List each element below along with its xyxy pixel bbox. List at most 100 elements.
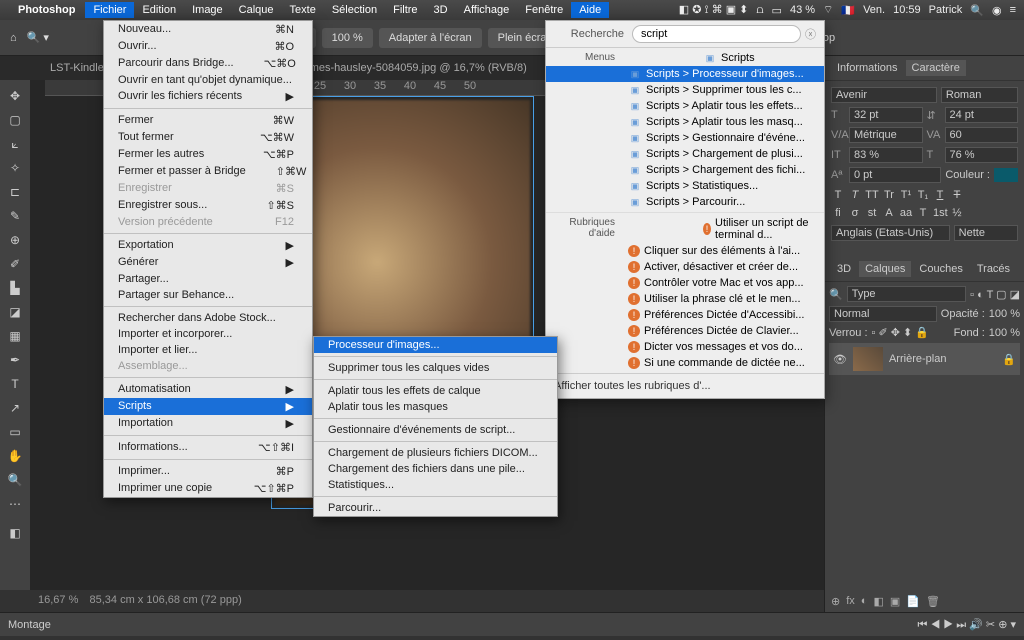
menu-aide[interactable]: Aide: [571, 2, 609, 18]
lock-icons[interactable]: ▫ ✐ ✥ ⬍ 🔒: [872, 326, 929, 339]
swatch-fg[interactable]: ◧: [3, 522, 27, 544]
type-tool[interactable]: T: [3, 373, 27, 395]
style-select[interactable]: Roman: [941, 87, 1018, 103]
crop-tool[interactable]: ⊏: [3, 181, 27, 203]
file-menu-item-30[interactable]: Imprimer...⌘P: [104, 463, 312, 480]
scripts-menu-item-9[interactable]: Chargement de plusieurs fichiers DICOM..…: [314, 445, 557, 461]
scripts-menu-item-2[interactable]: Supprimer tous les calques vides: [314, 360, 557, 376]
montage-tab[interactable]: Montage: [8, 619, 51, 631]
doc-tab-2[interactable]: -james-hausley-5084059.jpg @ 16,7% (RVB/…: [287, 59, 536, 77]
file-menu-item-15[interactable]: Générer▶: [104, 254, 312, 271]
stamp-tool[interactable]: ▙: [3, 277, 27, 299]
opt-100pct[interactable]: 100 %: [322, 28, 373, 48]
menu-selection[interactable]: Sélection: [324, 2, 385, 18]
layer-row-bg[interactable]: 👁 Arrière-plan 🔒: [829, 343, 1020, 375]
file-menu-item-14[interactable]: Exportation▶: [104, 237, 312, 254]
help-menu-result-0[interactable]: ▣Scripts: [621, 50, 824, 66]
file-menu-item-26[interactable]: Importation▶: [104, 415, 312, 432]
tab-calques[interactable]: Calques: [859, 261, 911, 277]
file-menu-item-4[interactable]: Ouvrir les fichiers récents▶: [104, 88, 312, 105]
lang-select[interactable]: Anglais (Etats-Unis): [831, 225, 950, 241]
help-topic-3[interactable]: !Contrôler votre Mac et vos app...: [546, 275, 824, 291]
marquee-tool[interactable]: ▢: [3, 109, 27, 131]
help-topic-6[interactable]: !Préférences Dictée de Clavier...: [546, 323, 824, 339]
menu-fenetre[interactable]: Fenêtre: [517, 2, 571, 18]
wand-tool[interactable]: ✧: [3, 157, 27, 179]
help-topic-1[interactable]: !Cliquer sur des éléments à l'ai...: [546, 243, 824, 259]
scripts-menu-item-0[interactable]: Processeur d'images...: [314, 337, 557, 353]
leading-input[interactable]: 24 pt: [945, 107, 1019, 123]
filter-icons[interactable]: ▫ ◐ T ▢ ◪: [970, 288, 1020, 301]
file-menu-item-25[interactable]: Scripts▶: [104, 398, 312, 415]
kerning-select[interactable]: Métrique: [849, 127, 923, 143]
help-menu-result-9[interactable]: ▣Scripts > Parcourir...: [546, 194, 824, 210]
help-menu-result-7[interactable]: ▣Scripts > Chargement des fichi...: [546, 162, 824, 178]
help-topic-4[interactable]: !Utiliser la phrase clé et le men...: [546, 291, 824, 307]
blend-mode[interactable]: Normal: [829, 306, 937, 322]
tab-informations[interactable]: Informations: [831, 60, 904, 76]
menu-texte[interactable]: Texte: [282, 2, 324, 18]
file-menu-item-2[interactable]: Parcourir dans Bridge...⌥⌘O: [104, 55, 312, 72]
path-tool[interactable]: ↗: [3, 397, 27, 419]
lasso-tool[interactable]: ⟀: [3, 133, 27, 155]
layer-thumb[interactable]: [853, 347, 883, 371]
help-menu-result-1[interactable]: ▣Scripts > Processeur d'images...: [546, 66, 824, 82]
layer-filter-select[interactable]: Type: [847, 286, 966, 302]
help-show-all[interactable]: Afficher toutes les rubriques d'...: [546, 373, 824, 398]
file-menu-item-21[interactable]: Importer et lier...: [104, 342, 312, 358]
siri-icon[interactable]: ◉: [992, 4, 1002, 17]
fill-input[interactable]: 100 %: [989, 327, 1020, 339]
visibility-icon[interactable]: 👁: [833, 353, 847, 366]
file-menu-item-0[interactable]: Nouveau...⌘N: [104, 21, 312, 38]
help-topic-8[interactable]: !Si une commande de dictée ne...: [546, 355, 824, 371]
opt-fit[interactable]: Adapter à l'écran: [379, 28, 482, 48]
menu-affichage[interactable]: Affichage: [456, 2, 518, 18]
file-menu-item-28[interactable]: Informations...⌥⇧⌘I: [104, 439, 312, 456]
file-menu-item-19[interactable]: Rechercher dans Adobe Stock...: [104, 310, 312, 326]
battery-icon[interactable]: ▭: [772, 4, 782, 17]
file-menu-item-9[interactable]: Fermer et passer à Bridge⇧⌘W: [104, 163, 312, 180]
menu-image[interactable]: Image: [184, 2, 231, 18]
brush-tool[interactable]: ✐: [3, 253, 27, 275]
scripts-menu-item-11[interactable]: Statistiques...: [314, 477, 557, 493]
scripts-menu-item-7[interactable]: Gestionnaire d'événements de script...: [314, 422, 557, 438]
file-menu-item-8[interactable]: Fermer les autres⌥⌘P: [104, 146, 312, 163]
help-topic-5[interactable]: !Préférences Dictée d'Accessibi...: [546, 307, 824, 323]
zoom-pct[interactable]: 16,67 %: [38, 594, 78, 606]
hand-tool[interactable]: ✋: [3, 445, 27, 467]
search-icon[interactable]: 🔍: [970, 4, 984, 17]
file-menu-item-7[interactable]: Tout fermer⌥⌘W: [104, 129, 312, 146]
help-menu-result-8[interactable]: ▣Scripts > Statistiques...: [546, 178, 824, 194]
list-icon[interactable]: ≡: [1010, 4, 1016, 16]
menu-3d[interactable]: 3D: [426, 2, 456, 18]
help-menu-result-4[interactable]: ▣Scripts > Aplatir tous les masq...: [546, 114, 824, 130]
more-tools[interactable]: ⋯: [3, 493, 27, 515]
heal-tool[interactable]: ⊕: [3, 229, 27, 251]
zoom-tool-icon[interactable]: 🔍 ▾: [27, 31, 49, 44]
file-menu-item-20[interactable]: Importer et incorporer...: [104, 326, 312, 342]
italic-btn[interactable]: T: [848, 189, 862, 201]
shape-tool[interactable]: ▭: [3, 421, 27, 443]
antialias-select[interactable]: Nette: [954, 225, 1018, 241]
file-menu-item-3[interactable]: Ouvrir en tant qu'objet dynamique...: [104, 72, 312, 88]
help-search-input[interactable]: [632, 25, 801, 43]
layer-name[interactable]: Arrière-plan: [889, 353, 946, 365]
input-flag[interactable]: 🇫🇷: [841, 4, 855, 17]
help-topic-7[interactable]: !Dicter vos messages et vos do...: [546, 339, 824, 355]
zoom-tool[interactable]: 🔍: [3, 469, 27, 491]
hscale-input[interactable]: 76 %: [945, 147, 1019, 163]
file-menu-item-1[interactable]: Ouvrir...⌘O: [104, 38, 312, 55]
file-menu-item-6[interactable]: Fermer⌘W: [104, 112, 312, 129]
menu-fichier[interactable]: Fichier: [85, 2, 134, 18]
menu-edition[interactable]: Edition: [134, 2, 184, 18]
help-menu-result-5[interactable]: ▣Scripts > Gestionnaire d'événe...: [546, 130, 824, 146]
help-topic-2[interactable]: !Activer, désactiver et créer de...: [546, 259, 824, 275]
file-menu-item-11[interactable]: Enregistrer sous...⇧⌘S: [104, 197, 312, 214]
file-menu-item-17[interactable]: Partager sur Behance...: [104, 287, 312, 303]
pen-tool[interactable]: ✒: [3, 349, 27, 371]
eyedropper-tool[interactable]: ✎: [3, 205, 27, 227]
home-icon[interactable]: ⌂: [10, 32, 17, 44]
file-menu-item-31[interactable]: Imprimer une copie⌥⇧⌘P: [104, 480, 312, 497]
bold-btn[interactable]: T: [831, 189, 845, 201]
vscale-input[interactable]: 83 %: [849, 147, 923, 163]
